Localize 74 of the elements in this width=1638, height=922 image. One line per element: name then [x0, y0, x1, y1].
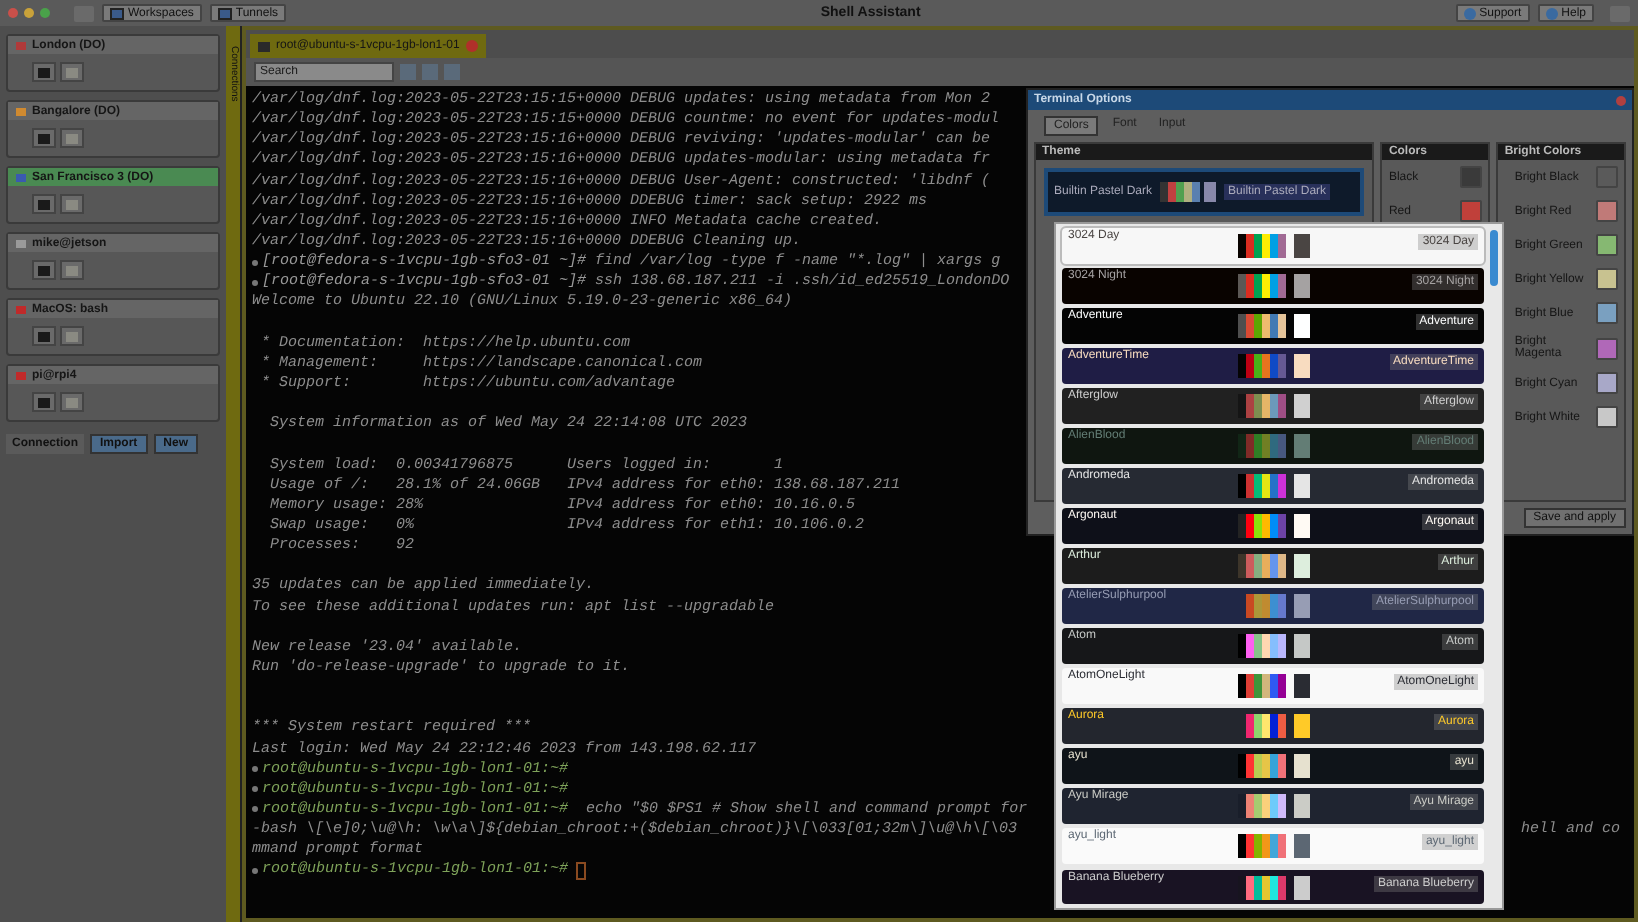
terminal-button[interactable] [32, 62, 56, 82]
color-swatch [1294, 474, 1310, 499]
terminal-icon [258, 41, 270, 51]
color-swatch [1294, 834, 1310, 859]
files-button[interactable] [60, 62, 84, 82]
window-icon [110, 7, 124, 19]
color-swatch[interactable] [1595, 406, 1618, 428]
palette-drawing [1238, 634, 1286, 659]
zoom-icon[interactable] [40, 8, 50, 18]
palette-drawing [1160, 182, 1217, 202]
palette-drawing [1238, 234, 1286, 258]
color-swatch[interactable] [1595, 372, 1618, 394]
prompt-marker-icon [252, 867, 258, 874]
window-icon [217, 7, 232, 19]
palette-drawing [1238, 394, 1286, 419]
help-icon [1545, 7, 1558, 19]
color-swatch[interactable] [1595, 337, 1618, 359]
palette-drawing [1238, 754, 1286, 779]
color-swatch[interactable] [1460, 200, 1483, 222]
color-swatch [1294, 594, 1310, 619]
color-swatch [1294, 875, 1310, 899]
terminal-button[interactable] [32, 326, 56, 346]
terminal-icon [38, 265, 50, 275]
color-swatch [1294, 554, 1310, 579]
terminal-icon [38, 199, 50, 209]
color-swatch[interactable] [1595, 268, 1618, 290]
color-swatch [1294, 354, 1310, 379]
prompt-marker-icon [252, 806, 258, 813]
palette-drawing [1238, 434, 1286, 459]
color-swatch [1294, 514, 1310, 539]
terminal-icon [38, 133, 50, 143]
prompt-marker-icon [252, 279, 258, 286]
minimize-icon[interactable] [24, 8, 34, 18]
color-swatch[interactable] [1595, 200, 1618, 222]
color-swatch [1294, 714, 1310, 739]
prompt-marker-icon [252, 259, 258, 266]
files-button[interactable] [60, 260, 84, 280]
terminal-icon [38, 397, 50, 407]
color-swatch[interactable] [1595, 302, 1618, 324]
palette-drawing [1238, 674, 1286, 699]
terminal-icon [38, 331, 50, 341]
palette-drawing [1238, 474, 1286, 499]
palette-drawing [1238, 794, 1286, 819]
palette-drawing [1238, 834, 1286, 859]
color-swatch [1294, 794, 1310, 819]
prompt-marker-icon [252, 766, 258, 773]
terminal-button[interactable] [32, 194, 56, 214]
color-swatch [1294, 674, 1310, 699]
color-swatch [1294, 314, 1310, 339]
terminal-button[interactable] [32, 392, 56, 412]
prompt-marker-icon [252, 786, 258, 793]
palette-drawing [1238, 354, 1286, 379]
color-swatch[interactable] [1595, 234, 1618, 256]
help-icon [1463, 7, 1476, 19]
color-swatch [1294, 434, 1310, 459]
color-swatch [1294, 754, 1310, 779]
palette-drawing [1238, 314, 1286, 339]
files-button[interactable] [60, 392, 84, 412]
palette-drawing [1238, 554, 1286, 579]
color-swatch [1294, 274, 1310, 299]
color-swatch [1294, 234, 1310, 258]
close-icon[interactable] [8, 8, 18, 18]
terminal-button[interactable] [32, 260, 56, 280]
color-swatch[interactable] [1460, 166, 1483, 188]
color-swatch [1294, 394, 1310, 419]
palette-drawing [1238, 274, 1286, 299]
terminal-button[interactable] [32, 128, 56, 148]
files-button[interactable] [60, 326, 84, 346]
files-button[interactable] [60, 128, 84, 148]
close-icon[interactable] [1616, 95, 1626, 105]
files-button[interactable] [60, 194, 84, 214]
color-swatch [1294, 634, 1310, 659]
terminal-icon [38, 67, 50, 77]
palette-drawing [1238, 514, 1286, 539]
